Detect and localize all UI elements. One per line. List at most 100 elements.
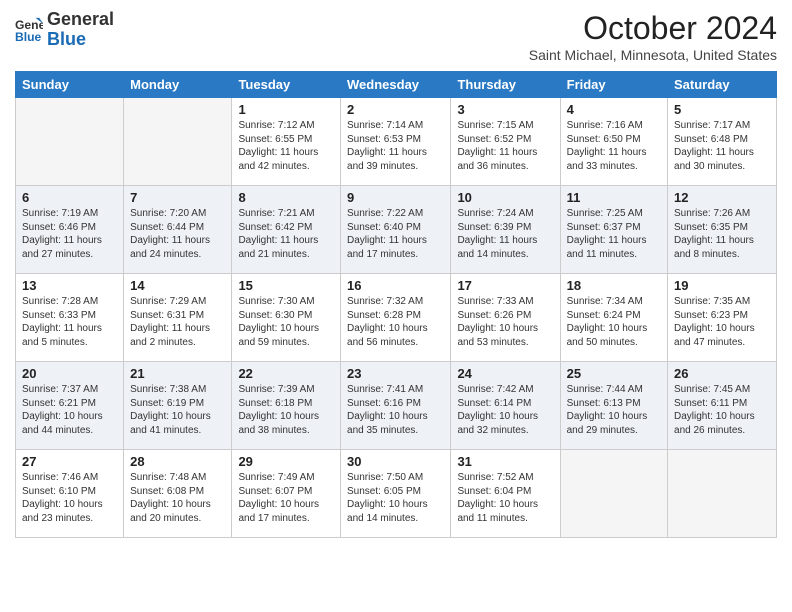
day-number: 18	[567, 278, 661, 293]
day-info: Sunrise: 7:30 AM Sunset: 6:30 PM Dayligh…	[238, 295, 334, 349]
day-info: Sunrise: 7:42 AM Sunset: 6:14 PM Dayligh…	[457, 383, 553, 437]
logo-text: General Blue	[47, 10, 114, 50]
day-header-saturday: Saturday	[668, 72, 777, 98]
day-number: 27	[22, 454, 117, 469]
day-info: Sunrise: 7:24 AM Sunset: 6:39 PM Dayligh…	[457, 207, 553, 261]
day-cell: 10 Sunrise: 7:24 AM Sunset: 6:39 PM Dayli…	[451, 186, 560, 274]
logo: General Blue General Blue	[15, 10, 114, 50]
day-number: 24	[457, 366, 553, 381]
day-cell: 11 Sunrise: 7:25 AM Sunset: 6:37 PM Dayli…	[560, 186, 667, 274]
day-info: Sunrise: 7:17 AM Sunset: 6:48 PM Dayligh…	[674, 119, 770, 173]
day-info: Sunrise: 7:21 AM Sunset: 6:42 PM Dayligh…	[238, 207, 334, 261]
day-number: 12	[674, 190, 770, 205]
day-cell: 17 Sunrise: 7:33 AM Sunset: 6:26 PM Dayli…	[451, 274, 560, 362]
day-info: Sunrise: 7:28 AM Sunset: 6:33 PM Dayligh…	[22, 295, 117, 349]
day-number: 5	[674, 102, 770, 117]
day-info: Sunrise: 7:32 AM Sunset: 6:28 PM Dayligh…	[347, 295, 444, 349]
day-cell	[124, 98, 232, 186]
day-number: 21	[130, 366, 225, 381]
day-number: 10	[457, 190, 553, 205]
day-cell: 12 Sunrise: 7:26 AM Sunset: 6:35 PM Dayli…	[668, 186, 777, 274]
day-number: 28	[130, 454, 225, 469]
day-info: Sunrise: 7:14 AM Sunset: 6:53 PM Dayligh…	[347, 119, 444, 173]
day-cell: 2Sunrise: 7:14 AM Sunset: 6:53 PM Daylig…	[341, 98, 451, 186]
week-row-1: 1 Sunrise: 7:12 AM Sunset: 6:55 PM Daylig…	[16, 98, 777, 186]
day-cell: 14Sunrise: 7:29 AM Sunset: 6:31 PM Dayli…	[124, 274, 232, 362]
day-info: Sunrise: 7:25 AM Sunset: 6:37 PM Dayligh…	[567, 207, 661, 261]
day-cell	[668, 450, 777, 538]
day-header-friday: Friday	[560, 72, 667, 98]
day-number: 1	[238, 102, 334, 117]
day-info: Sunrise: 7:20 AM Sunset: 6:44 PM Dayligh…	[130, 207, 225, 261]
day-info: Sunrise: 7:12 AM Sunset: 6:55 PM Dayligh…	[238, 119, 334, 173]
day-cell: 24 Sunrise: 7:42 AM Sunset: 6:14 PM Dayli…	[451, 362, 560, 450]
day-number: 16	[347, 278, 444, 293]
day-header-monday: Monday	[124, 72, 232, 98]
day-number: 4	[567, 102, 661, 117]
day-info: Sunrise: 7:16 AM Sunset: 6:50 PM Dayligh…	[567, 119, 661, 173]
day-cell: 9Sunrise: 7:22 AM Sunset: 6:40 PM Daylig…	[341, 186, 451, 274]
week-row-4: 20 Sunrise: 7:37 AM Sunset: 6:21 PM Dayli…	[16, 362, 777, 450]
day-header-sunday: Sunday	[16, 72, 124, 98]
day-cell: 23 Sunrise: 7:41 AM Sunset: 6:16 PM Dayli…	[341, 362, 451, 450]
day-header-tuesday: Tuesday	[232, 72, 341, 98]
header: General Blue General Blue October 2024 S…	[15, 10, 777, 63]
day-info: Sunrise: 7:26 AM Sunset: 6:35 PM Dayligh…	[674, 207, 770, 261]
day-number: 30	[347, 454, 444, 469]
day-number: 3	[457, 102, 553, 117]
day-cell: 8 Sunrise: 7:21 AM Sunset: 6:42 PM Daylig…	[232, 186, 341, 274]
day-cell: 27 Sunrise: 7:46 AM Sunset: 6:10 PM Dayli…	[16, 450, 124, 538]
day-cell: 22 Sunrise: 7:39 AM Sunset: 6:18 PM Dayli…	[232, 362, 341, 450]
day-number: 23	[347, 366, 444, 381]
day-number: 6	[22, 190, 117, 205]
day-info: Sunrise: 7:22 AM Sunset: 6:40 PM Dayligh…	[347, 207, 444, 261]
day-cell: 4 Sunrise: 7:16 AM Sunset: 6:50 PM Daylig…	[560, 98, 667, 186]
day-info: Sunrise: 7:45 AM Sunset: 6:11 PM Dayligh…	[674, 383, 770, 437]
day-cell: 21 Sunrise: 7:38 AM Sunset: 6:19 PM Dayli…	[124, 362, 232, 450]
header-row: SundayMondayTuesdayWednesdayThursdayFrid…	[16, 72, 777, 98]
day-number: 14	[130, 278, 225, 293]
day-cell: 31Sunrise: 7:52 AM Sunset: 6:04 PM Dayli…	[451, 450, 560, 538]
day-cell: 19 Sunrise: 7:35 AM Sunset: 6:23 PM Dayli…	[668, 274, 777, 362]
day-cell: 26Sunrise: 7:45 AM Sunset: 6:11 PM Dayli…	[668, 362, 777, 450]
day-number: 20	[22, 366, 117, 381]
day-number: 7	[130, 190, 225, 205]
day-number: 13	[22, 278, 117, 293]
day-cell: 20 Sunrise: 7:37 AM Sunset: 6:21 PM Dayli…	[16, 362, 124, 450]
day-info: Sunrise: 7:34 AM Sunset: 6:24 PM Dayligh…	[567, 295, 661, 349]
day-info: Sunrise: 7:46 AM Sunset: 6:10 PM Dayligh…	[22, 471, 117, 525]
day-header-wednesday: Wednesday	[341, 72, 451, 98]
day-info: Sunrise: 7:41 AM Sunset: 6:16 PM Dayligh…	[347, 383, 444, 437]
logo-icon: General Blue	[15, 16, 43, 44]
day-cell: 25Sunrise: 7:44 AM Sunset: 6:13 PM Dayli…	[560, 362, 667, 450]
day-info: Sunrise: 7:39 AM Sunset: 6:18 PM Dayligh…	[238, 383, 334, 437]
day-info: Sunrise: 7:15 AM Sunset: 6:52 PM Dayligh…	[457, 119, 553, 173]
day-info: Sunrise: 7:35 AM Sunset: 6:23 PM Dayligh…	[674, 295, 770, 349]
day-cell: 6Sunrise: 7:19 AM Sunset: 6:46 PM Daylig…	[16, 186, 124, 274]
day-info: Sunrise: 7:50 AM Sunset: 6:05 PM Dayligh…	[347, 471, 444, 525]
day-cell: 18 Sunrise: 7:34 AM Sunset: 6:24 PM Dayli…	[560, 274, 667, 362]
day-cell: 29Sunrise: 7:49 AM Sunset: 6:07 PM Dayli…	[232, 450, 341, 538]
day-number: 11	[567, 190, 661, 205]
day-info: Sunrise: 7:38 AM Sunset: 6:19 PM Dayligh…	[130, 383, 225, 437]
day-number: 31	[457, 454, 553, 469]
day-info: Sunrise: 7:44 AM Sunset: 6:13 PM Dayligh…	[567, 383, 661, 437]
day-info: Sunrise: 7:37 AM Sunset: 6:21 PM Dayligh…	[22, 383, 117, 437]
day-number: 22	[238, 366, 334, 381]
page: General Blue General Blue October 2024 S…	[0, 0, 792, 612]
location: Saint Michael, Minnesota, United States	[529, 47, 777, 63]
calendar: SundayMondayTuesdayWednesdayThursdayFrid…	[15, 71, 777, 538]
day-number: 17	[457, 278, 553, 293]
day-number: 29	[238, 454, 334, 469]
day-info: Sunrise: 7:33 AM Sunset: 6:26 PM Dayligh…	[457, 295, 553, 349]
day-number: 8	[238, 190, 334, 205]
day-cell: 3 Sunrise: 7:15 AM Sunset: 6:52 PM Daylig…	[451, 98, 560, 186]
week-row-5: 27 Sunrise: 7:46 AM Sunset: 6:10 PM Dayli…	[16, 450, 777, 538]
title-area: October 2024 Saint Michael, Minnesota, U…	[529, 10, 777, 63]
day-cell: 5 Sunrise: 7:17 AM Sunset: 6:48 PM Daylig…	[668, 98, 777, 186]
svg-text:Blue: Blue	[15, 30, 42, 44]
day-number: 15	[238, 278, 334, 293]
day-number: 19	[674, 278, 770, 293]
day-cell: 7 Sunrise: 7:20 AM Sunset: 6:44 PM Daylig…	[124, 186, 232, 274]
day-header-thursday: Thursday	[451, 72, 560, 98]
